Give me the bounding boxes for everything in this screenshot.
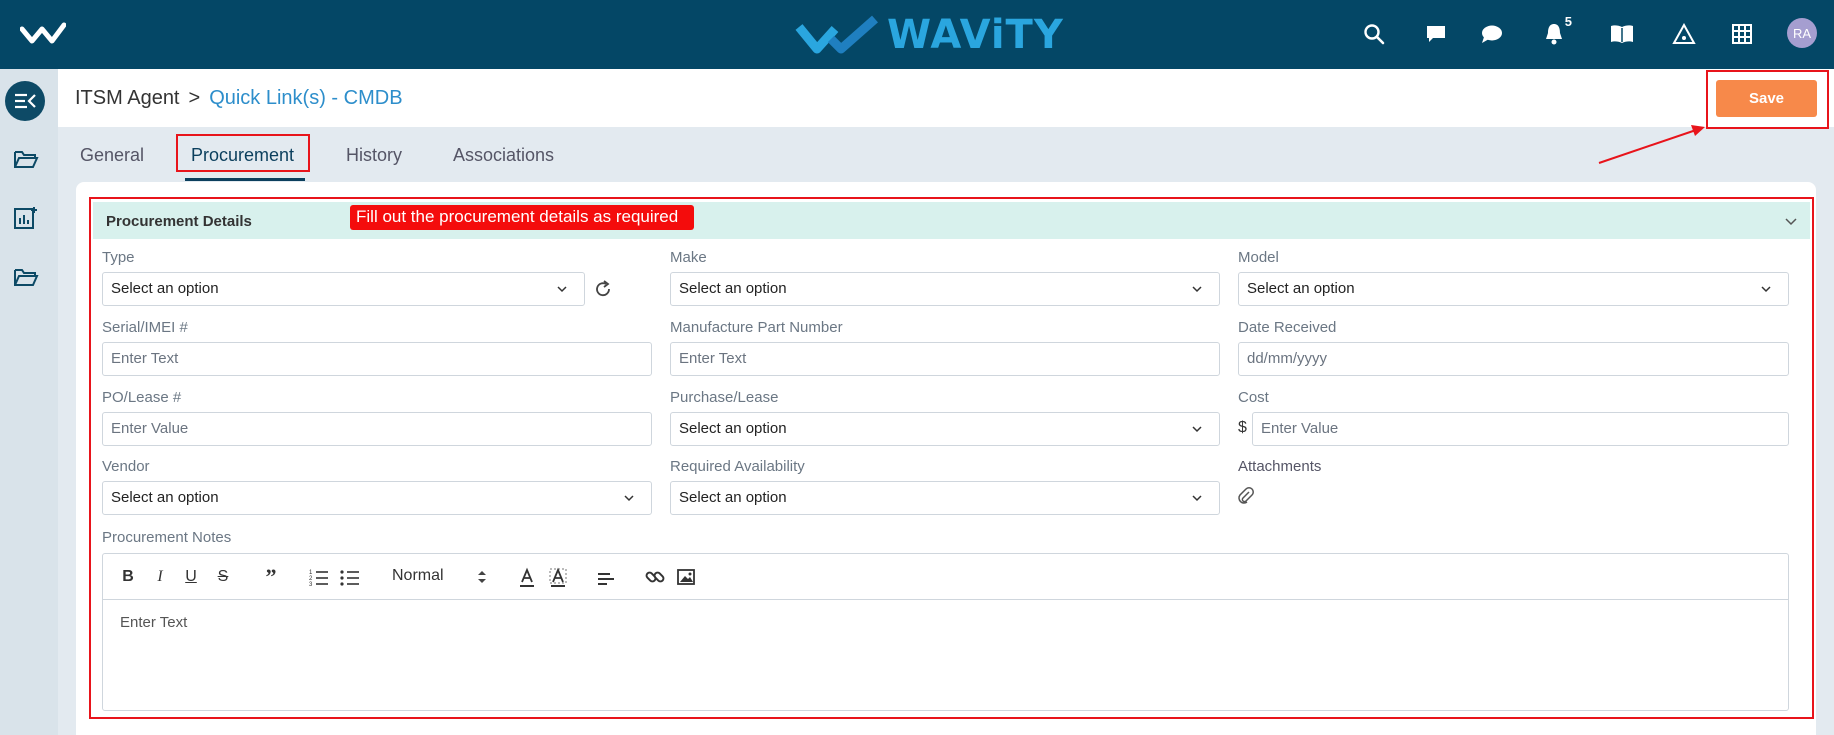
collapse-menu-icon [15,93,36,109]
section-highlight-frame [89,197,1814,719]
breadcrumb-separator: > [188,87,201,109]
user-avatar[interactable]: RA [1787,18,1817,48]
brand-name: WAViTY [887,12,1064,58]
knowledge-book-icon[interactable] [1608,20,1636,48]
tab-bar: General Procurement History Associations [58,127,1834,182]
tab-highlight-frame [176,134,310,172]
home-logo-icon[interactable] [20,20,66,46]
breadcrumb-current[interactable]: Quick Link(s) - CMDB [209,87,402,109]
save-highlight-frame [1706,70,1829,129]
folder-icon[interactable] [13,265,39,289]
notification-count-badge: 5 [1564,14,1572,29]
notification-bell-icon[interactable]: 5 [1540,14,1572,48]
alert-triangle-icon[interactable] [1670,20,1698,48]
brand-logo: WAViTY [795,8,1064,62]
sidebar-toggle-button[interactable] [5,81,45,121]
breadcrumb-root[interactable]: ITSM Agent [75,87,180,109]
active-tab-indicator [185,178,305,181]
wavity-mark-icon [795,15,878,54]
apps-grid-icon[interactable] [1728,20,1756,48]
folder-open-icon[interactable] [13,147,39,171]
left-sidebar [0,69,58,735]
tab-associations[interactable]: Associations [453,145,554,166]
chat-icon[interactable] [1478,20,1506,48]
search-icon[interactable] [1360,20,1388,48]
page-header: ITSM Agent > Quick Link(s) - CMDB [58,69,1834,127]
top-nav-bar: WAViTY 5 RA [0,0,1834,69]
tab-general[interactable]: General [80,145,144,166]
breadcrumb: ITSM Agent > Quick Link(s) - CMDB [75,87,403,110]
message-icon[interactable] [1422,20,1450,48]
report-chart-icon[interactable] [13,206,39,230]
tab-history[interactable]: History [346,145,402,166]
